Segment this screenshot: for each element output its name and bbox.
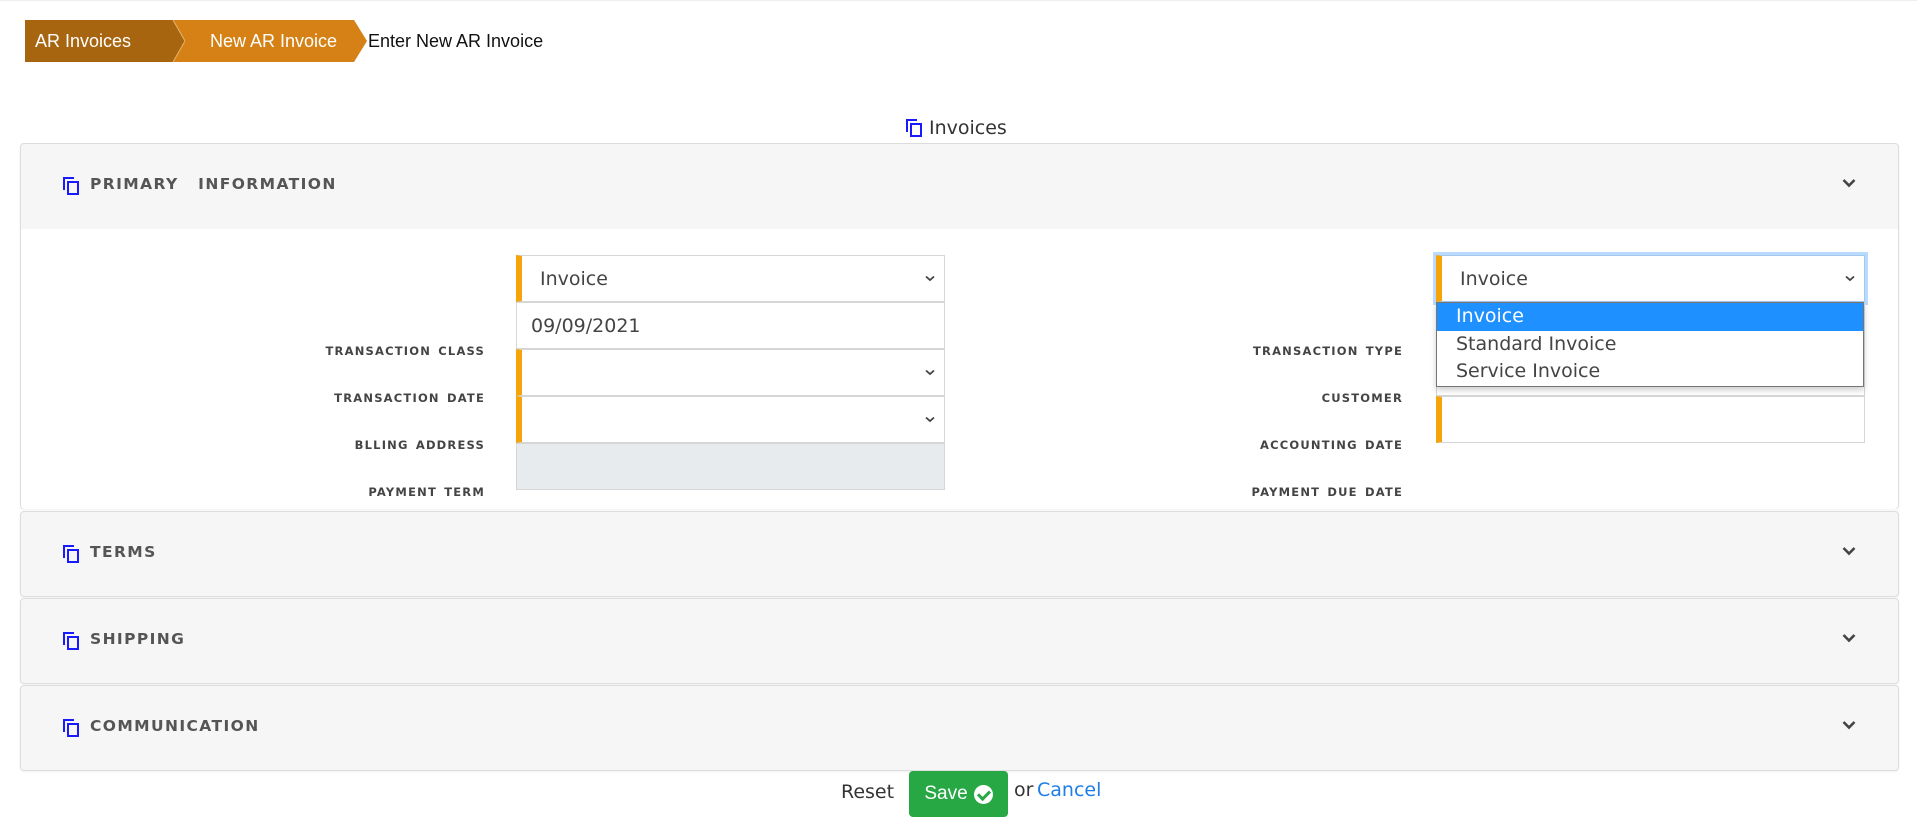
transaction-class-select[interactable]: Invoice (516, 255, 945, 302)
transaction-type-select[interactable]: Invoice (1436, 255, 1865, 302)
billing-address-select[interactable] (516, 349, 945, 396)
transaction-type-value: Invoice (1460, 267, 1528, 290)
chevron-down-icon (1845, 275, 1855, 282)
accounting-date-label: ACCOUNTING DATE (1260, 438, 1403, 452)
transaction-class-value: Invoice (540, 267, 608, 290)
transaction-type-option-invoice[interactable]: Invoice (1437, 303, 1863, 331)
panel-title: PRIMARY INFORMATION (90, 175, 337, 193)
terms-header[interactable]: TERMS (21, 512, 1898, 597)
primary-information-header[interactable]: PRIMARY INFORMATION (21, 144, 1898, 229)
transaction-type-dropdown: Invoice Standard Invoice Service Invoice (1436, 302, 1864, 387)
panel-title: SHIPPING (90, 630, 186, 648)
billing-address-label: BLLING ADDRESS (354, 438, 485, 452)
panel-title: TERMS (90, 543, 157, 561)
communication-panel: COMMUNICATION (20, 685, 1899, 771)
customer-label: CUSTOMER (1321, 391, 1403, 405)
reset-button[interactable]: Reset (841, 781, 894, 803)
transaction-class-label: TRANSACTION CLASS (325, 344, 485, 358)
terms-panel: TERMS (20, 511, 1899, 597)
transaction-type-option-service-invoice[interactable]: Service Invoice (1437, 358, 1863, 386)
copy-icon (63, 177, 80, 195)
chevron-down-icon (925, 416, 935, 423)
page-title: Invoices (906, 115, 1007, 141)
transaction-date-value: 09/09/2021 (531, 314, 641, 337)
chevron-down-icon[interactable] (1842, 178, 1856, 188)
transaction-date-input[interactable]: 09/09/2021 (516, 302, 945, 349)
or-text: or (1014, 779, 1034, 801)
breadcrumb-ar-invoices[interactable]: AR Invoices (25, 20, 185, 62)
chevron-down-icon[interactable] (1842, 720, 1856, 730)
transaction-type-option-standard-invoice[interactable]: Standard Invoice (1437, 331, 1863, 359)
chevron-down-icon (925, 369, 935, 376)
breadcrumb-current: Enter New AR Invoice (368, 31, 544, 51)
transaction-date-label: TRANSACTION DATE (334, 391, 485, 405)
save-label: Save (924, 783, 968, 804)
top-border (0, 0, 1917, 1)
save-button[interactable]: Save (909, 771, 1008, 817)
transaction-type-label: TRANSACTION TYPE (1252, 344, 1403, 358)
gl-period-input (516, 443, 945, 490)
page-title-text: Invoices (929, 117, 1007, 139)
payment-term-label: PAYMENT TERM (368, 485, 485, 499)
copy-icon (906, 119, 923, 137)
communication-header[interactable]: COMMUNICATION (21, 686, 1898, 771)
form-actions: Reset Save or Cancel (0, 771, 1917, 817)
shipping-panel: SHIPPING (20, 598, 1899, 684)
panel-title: COMMUNICATION (90, 717, 260, 735)
payment-due-date-input[interactable] (1436, 396, 1865, 443)
chevron-down-icon (925, 275, 935, 282)
chevron-down-icon[interactable] (1842, 633, 1856, 643)
shipping-header[interactable]: SHIPPING (21, 599, 1898, 684)
check-circle-icon (973, 784, 993, 804)
cancel-link[interactable]: Cancel (1037, 779, 1101, 801)
payment-term-select[interactable] (516, 396, 945, 443)
payment-due-date-label: PAYMENT DUE DATE (1251, 485, 1403, 499)
copy-icon (63, 632, 80, 650)
copy-icon (63, 545, 80, 563)
chevron-down-icon[interactable] (1842, 546, 1856, 556)
copy-icon (63, 719, 80, 737)
